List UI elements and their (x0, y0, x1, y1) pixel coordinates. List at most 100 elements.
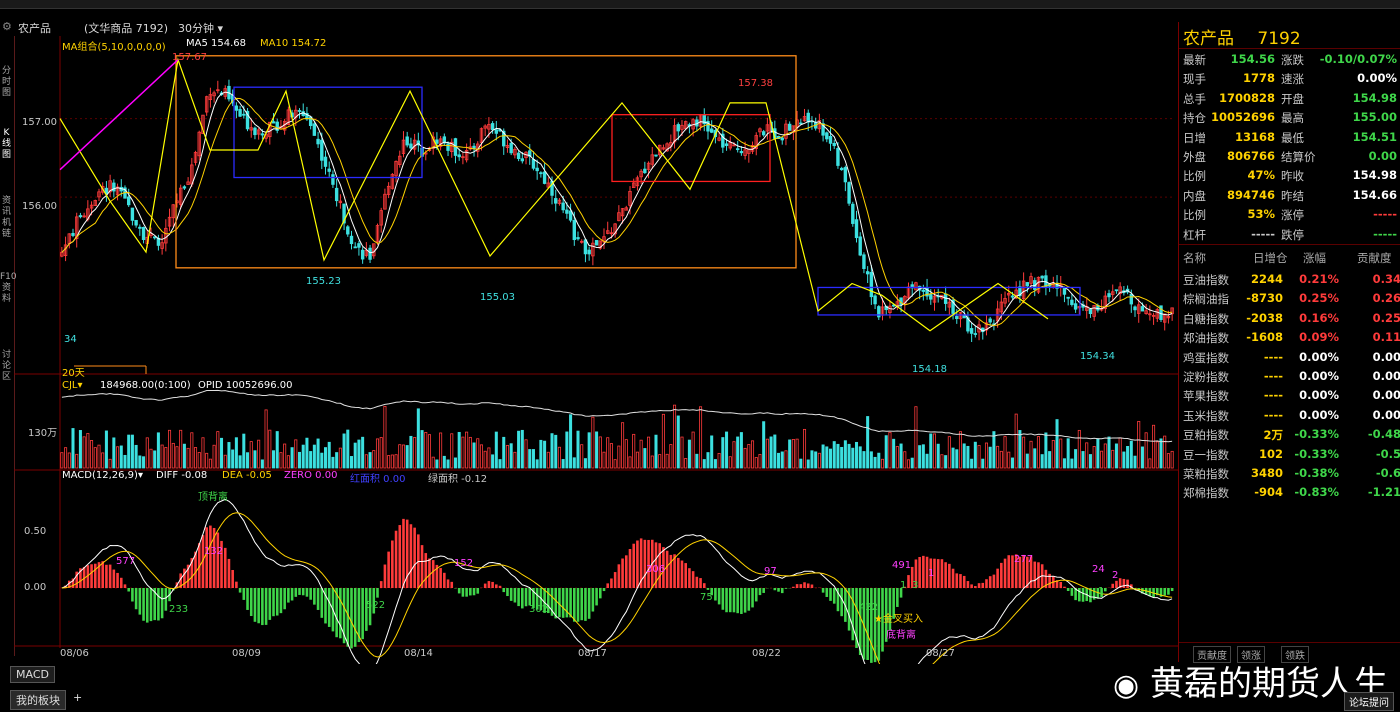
period-selector[interactable]: 30分钟 ▾ (178, 20, 223, 36)
date-tick: 08/14 (404, 648, 433, 659)
table-row[interactable]: 玉米指数 ---- 0.00% 0.00 (1179, 408, 1400, 427)
candle-body (1140, 306, 1145, 312)
high-label: 157.67 (172, 52, 207, 63)
quote-row: 跌停 ----- (1277, 227, 1400, 246)
table-row[interactable]: 郑棉指数 -904 -0.83% -1.21 (1179, 485, 1400, 504)
low-label: 154.18 (912, 364, 947, 375)
chart-area[interactable]: MA组合(5,10,0,0,0,0) MA5 154.68 MA10 154.7… (14, 36, 1178, 664)
volume-bar (988, 446, 992, 469)
volume-bar (472, 442, 476, 469)
quote-value: 13168 (1234, 129, 1275, 144)
volume-bar (420, 430, 424, 469)
table-row[interactable]: 鸡蛋指数 ---- 0.00% 0.00 (1179, 350, 1400, 369)
left-vertical-tabs: 分时图 K线图 资讯机链 F10资料 讨论区 (0, 36, 17, 656)
volume-bar (595, 431, 599, 469)
ma-combo-legend[interactable]: MA组合(5,10,0,0,0,0) (62, 38, 166, 53)
product-name: 农产品 (18, 22, 51, 35)
macd-legend[interactable]: MACD(12,26,9)▾ (62, 470, 143, 481)
tab-forum[interactable]: 讨论区 (0, 350, 13, 383)
table-row[interactable]: 豆一指数 102 -0.33% -0.5 (1179, 447, 1400, 466)
candle-body (828, 136, 833, 144)
candle-body (539, 172, 543, 175)
table-header[interactable]: 日增仓 (1253, 250, 1288, 269)
volume-bar (1055, 419, 1059, 469)
table-header[interactable]: 名称 (1183, 250, 1206, 269)
volume-legend[interactable]: CJL▾ (62, 380, 83, 391)
volume-bar (1118, 437, 1122, 469)
table-row[interactable]: 苹果指数 ---- 0.00% 0.00 (1179, 388, 1400, 407)
volume-bar (858, 446, 862, 469)
volume-bar (331, 456, 335, 469)
days-label: 20天 (62, 368, 85, 379)
price-axis-label: 156.00 (22, 201, 57, 212)
index-contrib: -1.21 (1367, 485, 1400, 500)
table-row[interactable]: 棕榈油指 -8730 0.25% 0.26 (1179, 291, 1400, 310)
volume-bar (439, 432, 443, 469)
tab-timeshare[interactable]: 分时图 (0, 66, 13, 99)
volume-bar (531, 449, 535, 469)
oi-line (61, 389, 1173, 443)
volume-bar (661, 413, 665, 469)
add-tab-button[interactable]: + (68, 690, 87, 705)
candle-body (531, 158, 536, 169)
candle-body (360, 249, 365, 260)
tab-f10[interactable]: F10资料 (0, 272, 17, 305)
index-change: 0.25% (1299, 291, 1339, 306)
volume-bar (405, 445, 409, 469)
candle-body (1073, 303, 1078, 310)
candle-body (854, 219, 859, 239)
volume-bar (342, 433, 346, 469)
candle-body (316, 138, 320, 145)
settings-icon[interactable]: ⚙ (2, 20, 12, 33)
index-name: 豆油指数 (1183, 273, 1229, 287)
volume-bar (175, 446, 179, 469)
candle-body (130, 207, 135, 221)
table-row[interactable]: 白糖指数 -2038 0.16% 0.25 (1179, 311, 1400, 330)
index-change: 0.16% (1299, 310, 1339, 325)
volume-bar (713, 459, 717, 469)
volume-bar (561, 459, 565, 469)
tab-news[interactable]: 资讯机链 (0, 196, 13, 240)
macd-area-number: 24 (1092, 564, 1105, 575)
volume-bar (632, 433, 636, 469)
block-tab[interactable]: 我的板块 (10, 690, 66, 710)
trend-line (59, 59, 179, 171)
quote-value: 0.00% (1357, 71, 1397, 86)
quote-value: 0.00 (1368, 149, 1397, 163)
volume-bar (253, 450, 257, 469)
volume-bar (821, 444, 825, 469)
volume-bar (86, 433, 90, 469)
kline-chart-svg[interactable] (14, 36, 1178, 664)
volume-bar (1025, 453, 1029, 469)
forum-button[interactable]: 论坛提问 (1344, 692, 1394, 711)
price-axis-label: 157.00 (22, 117, 57, 128)
volume-bar (799, 458, 803, 469)
index-contrib: 0.00 (1372, 388, 1400, 403)
index-name: 豆粕指数 (1183, 428, 1229, 443)
index-oi: 102 (1258, 446, 1283, 461)
tab-kline[interactable]: K线图 (0, 128, 13, 161)
candle-body (1114, 289, 1119, 292)
indicator-tab-macd[interactable]: MACD (10, 666, 55, 683)
candle-body (676, 124, 680, 132)
table-row[interactable]: 郑油指数 -1608 0.09% 0.11 (1179, 330, 1400, 349)
table-header[interactable]: 涨幅 (1303, 250, 1326, 269)
separator (1179, 244, 1400, 245)
volume-bar (554, 434, 558, 469)
table-header[interactable]: 贡献度 (1357, 250, 1392, 269)
volume-bar (168, 429, 172, 469)
volume-bar (951, 447, 955, 469)
candle-body (594, 240, 599, 246)
macd-area-number: 233 (169, 604, 189, 615)
volume-bar (446, 459, 450, 469)
table-row[interactable]: 淀粉指数 ---- 0.00% 0.00 (1179, 369, 1400, 388)
table-row[interactable]: 豆油指数 2244 0.21% 0.34 (1179, 272, 1400, 291)
table-row[interactable]: 豆粕指数 2万 -0.33% -0.48 (1179, 427, 1400, 446)
volume-bar (179, 429, 183, 469)
quote-row: 比例 47% (1179, 168, 1275, 187)
volume-bar (297, 451, 302, 469)
volume-bar (264, 409, 268, 469)
volume-bar (617, 445, 621, 469)
table-row[interactable]: 菜粕指数 3480 -0.38% -0.6 (1179, 466, 1400, 485)
candle-body (1025, 282, 1030, 287)
